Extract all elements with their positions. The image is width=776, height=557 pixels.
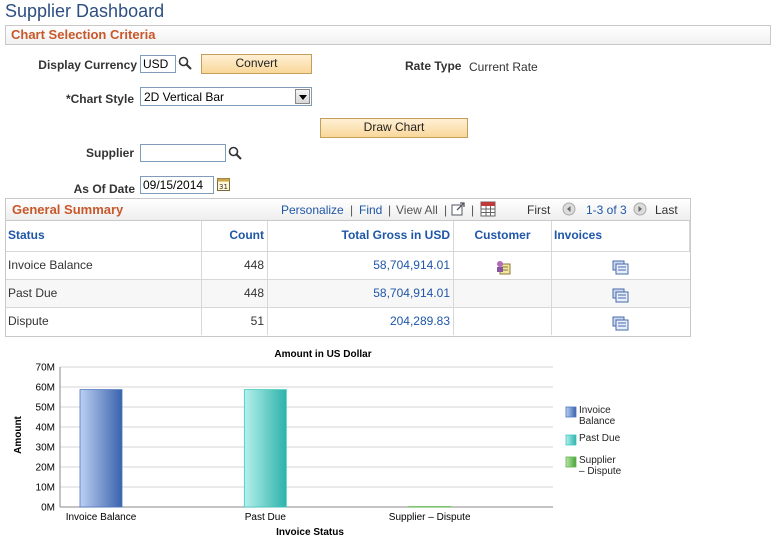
draw-chart-button[interactable]: Draw Chart <box>320 118 468 138</box>
invoices-icon[interactable] <box>612 258 629 273</box>
y-tick-label: 20M <box>36 463 55 474</box>
status-cell: Invoice Balance <box>6 252 202 279</box>
supplier-label: Supplier <box>20 146 134 160</box>
convert-button[interactable]: Convert <box>201 54 312 74</box>
y-tick-label: 50M <box>36 403 55 414</box>
x-axis-label: Invoice Status <box>276 527 344 538</box>
download-grid-icon[interactable] <box>480 201 496 217</box>
separator: | <box>444 203 447 217</box>
x-tick-label: Supplier – Dispute <box>389 512 471 523</box>
y-tick-label: 0M <box>41 503 55 514</box>
bar <box>80 390 122 507</box>
column-header-total-gross[interactable]: Total Gross in USD <box>268 221 454 251</box>
chart-style-select[interactable]: 2D Vertical Bar <box>140 87 312 106</box>
legend-label: InvoiceBalance <box>579 405 616 427</box>
chart-style-label: *Chart Style <box>20 92 134 106</box>
amount-chart: Amount in US Dollar 0M 10M 20M 30M 40M 50M 60M… <box>0 345 640 554</box>
grid-title: General Summary <box>12 202 123 217</box>
display-currency-label: Display Currency <box>20 58 137 72</box>
legend-swatch <box>566 457 576 467</box>
count-cell: 51 <box>202 308 268 335</box>
invoices-cell <box>552 308 690 335</box>
display-currency-input[interactable]: USD <box>140 55 176 73</box>
legend-swatch <box>566 435 576 445</box>
count-cell: 448 <box>202 252 268 279</box>
y-tick-label: 10M <box>36 483 55 494</box>
status-cell: Past Due <box>6 280 202 307</box>
column-header-invoices: Invoices <box>552 221 690 251</box>
invoices-cell <box>552 252 690 279</box>
legend-label: Past Due <box>579 433 621 444</box>
rate-type-value: Current Rate <box>469 60 538 74</box>
chart-style-value: 2D Vertical Bar <box>144 90 224 104</box>
count-cell: 448 <box>202 280 268 307</box>
status-cell: Dispute <box>6 308 202 335</box>
supplier-search-icon[interactable] <box>228 146 242 160</box>
last-link[interactable]: Last <box>655 203 678 217</box>
currency-search-icon[interactable] <box>178 56 192 70</box>
invoices-icon[interactable] <box>612 314 629 329</box>
customer-icon[interactable] <box>495 258 511 273</box>
bar <box>244 390 286 507</box>
table-row: Dispute 51 204,289.83 <box>6 307 690 335</box>
total-gross-link[interactable]: 204,289.83 <box>268 308 454 335</box>
separator: | <box>388 203 391 217</box>
svg-text:31: 31 <box>219 183 228 191</box>
separator: | <box>471 203 474 217</box>
find-link[interactable]: Find <box>359 203 382 217</box>
page-range: 1-3 of 3 <box>586 203 627 217</box>
personalize-link[interactable]: Personalize <box>281 203 344 217</box>
customer-cell <box>454 308 552 335</box>
table-row: Invoice Balance 448 58,704,914.01 <box>6 251 690 279</box>
as-of-date-label: As Of Date <box>20 182 135 196</box>
x-tick-label: Past Due <box>245 512 287 523</box>
invoices-icon[interactable] <box>612 286 629 301</box>
as-of-date-input[interactable]: 09/15/2014 <box>140 176 214 194</box>
view-all-link[interactable]: View All <box>396 203 438 217</box>
invoices-cell <box>552 280 690 307</box>
supplier-input[interactable] <box>140 144 226 162</box>
calendar-icon[interactable]: 31 <box>217 177 230 191</box>
table-row: Past Due 448 58,704,914.01 <box>6 279 690 307</box>
previous-icon[interactable] <box>562 202 576 216</box>
criteria-section-title: Chart Selection Criteria <box>11 27 156 42</box>
y-tick-label: 70M <box>36 363 55 374</box>
column-header-count[interactable]: Count <box>202 221 268 251</box>
general-summary-grid: General Summary Personalize | Find | Vie… <box>5 198 691 337</box>
rate-type-label: Rate Type <box>405 59 461 73</box>
first-link[interactable]: First <box>527 203 550 217</box>
column-header-customer: Customer <box>454 221 552 251</box>
column-header-status[interactable]: Status <box>6 221 202 251</box>
chevron-down-icon[interactable] <box>295 89 310 104</box>
legend-label: Supplier– Dispute <box>579 455 622 477</box>
customer-cell <box>454 280 552 307</box>
x-tick-label: Invoice Balance <box>66 512 137 523</box>
y-tick-label: 40M <box>36 423 55 434</box>
total-gross-link[interactable]: 58,704,914.01 <box>268 280 454 307</box>
grid-title-bar: General Summary Personalize | Find | Vie… <box>6 199 690 221</box>
separator: | <box>350 203 353 217</box>
legend-swatch <box>566 407 576 417</box>
y-axis-label: Amount <box>13 415 24 453</box>
customer-cell <box>454 252 552 279</box>
next-icon[interactable] <box>633 202 647 216</box>
criteria-section-header: Chart Selection Criteria <box>5 25 771 45</box>
total-gross-link[interactable]: 58,704,914.01 <box>268 252 454 279</box>
y-tick-label: 30M <box>36 443 55 454</box>
y-tick-label: 60M <box>36 383 55 394</box>
page-title: Supplier Dashboard <box>5 1 164 22</box>
new-window-icon[interactable] <box>451 202 465 216</box>
amount-chart-svg: Amount in US Dollar 0M 10M 20M 30M 40M 50M 60M… <box>0 345 640 554</box>
chart-title: Amount in US Dollar <box>274 349 371 360</box>
